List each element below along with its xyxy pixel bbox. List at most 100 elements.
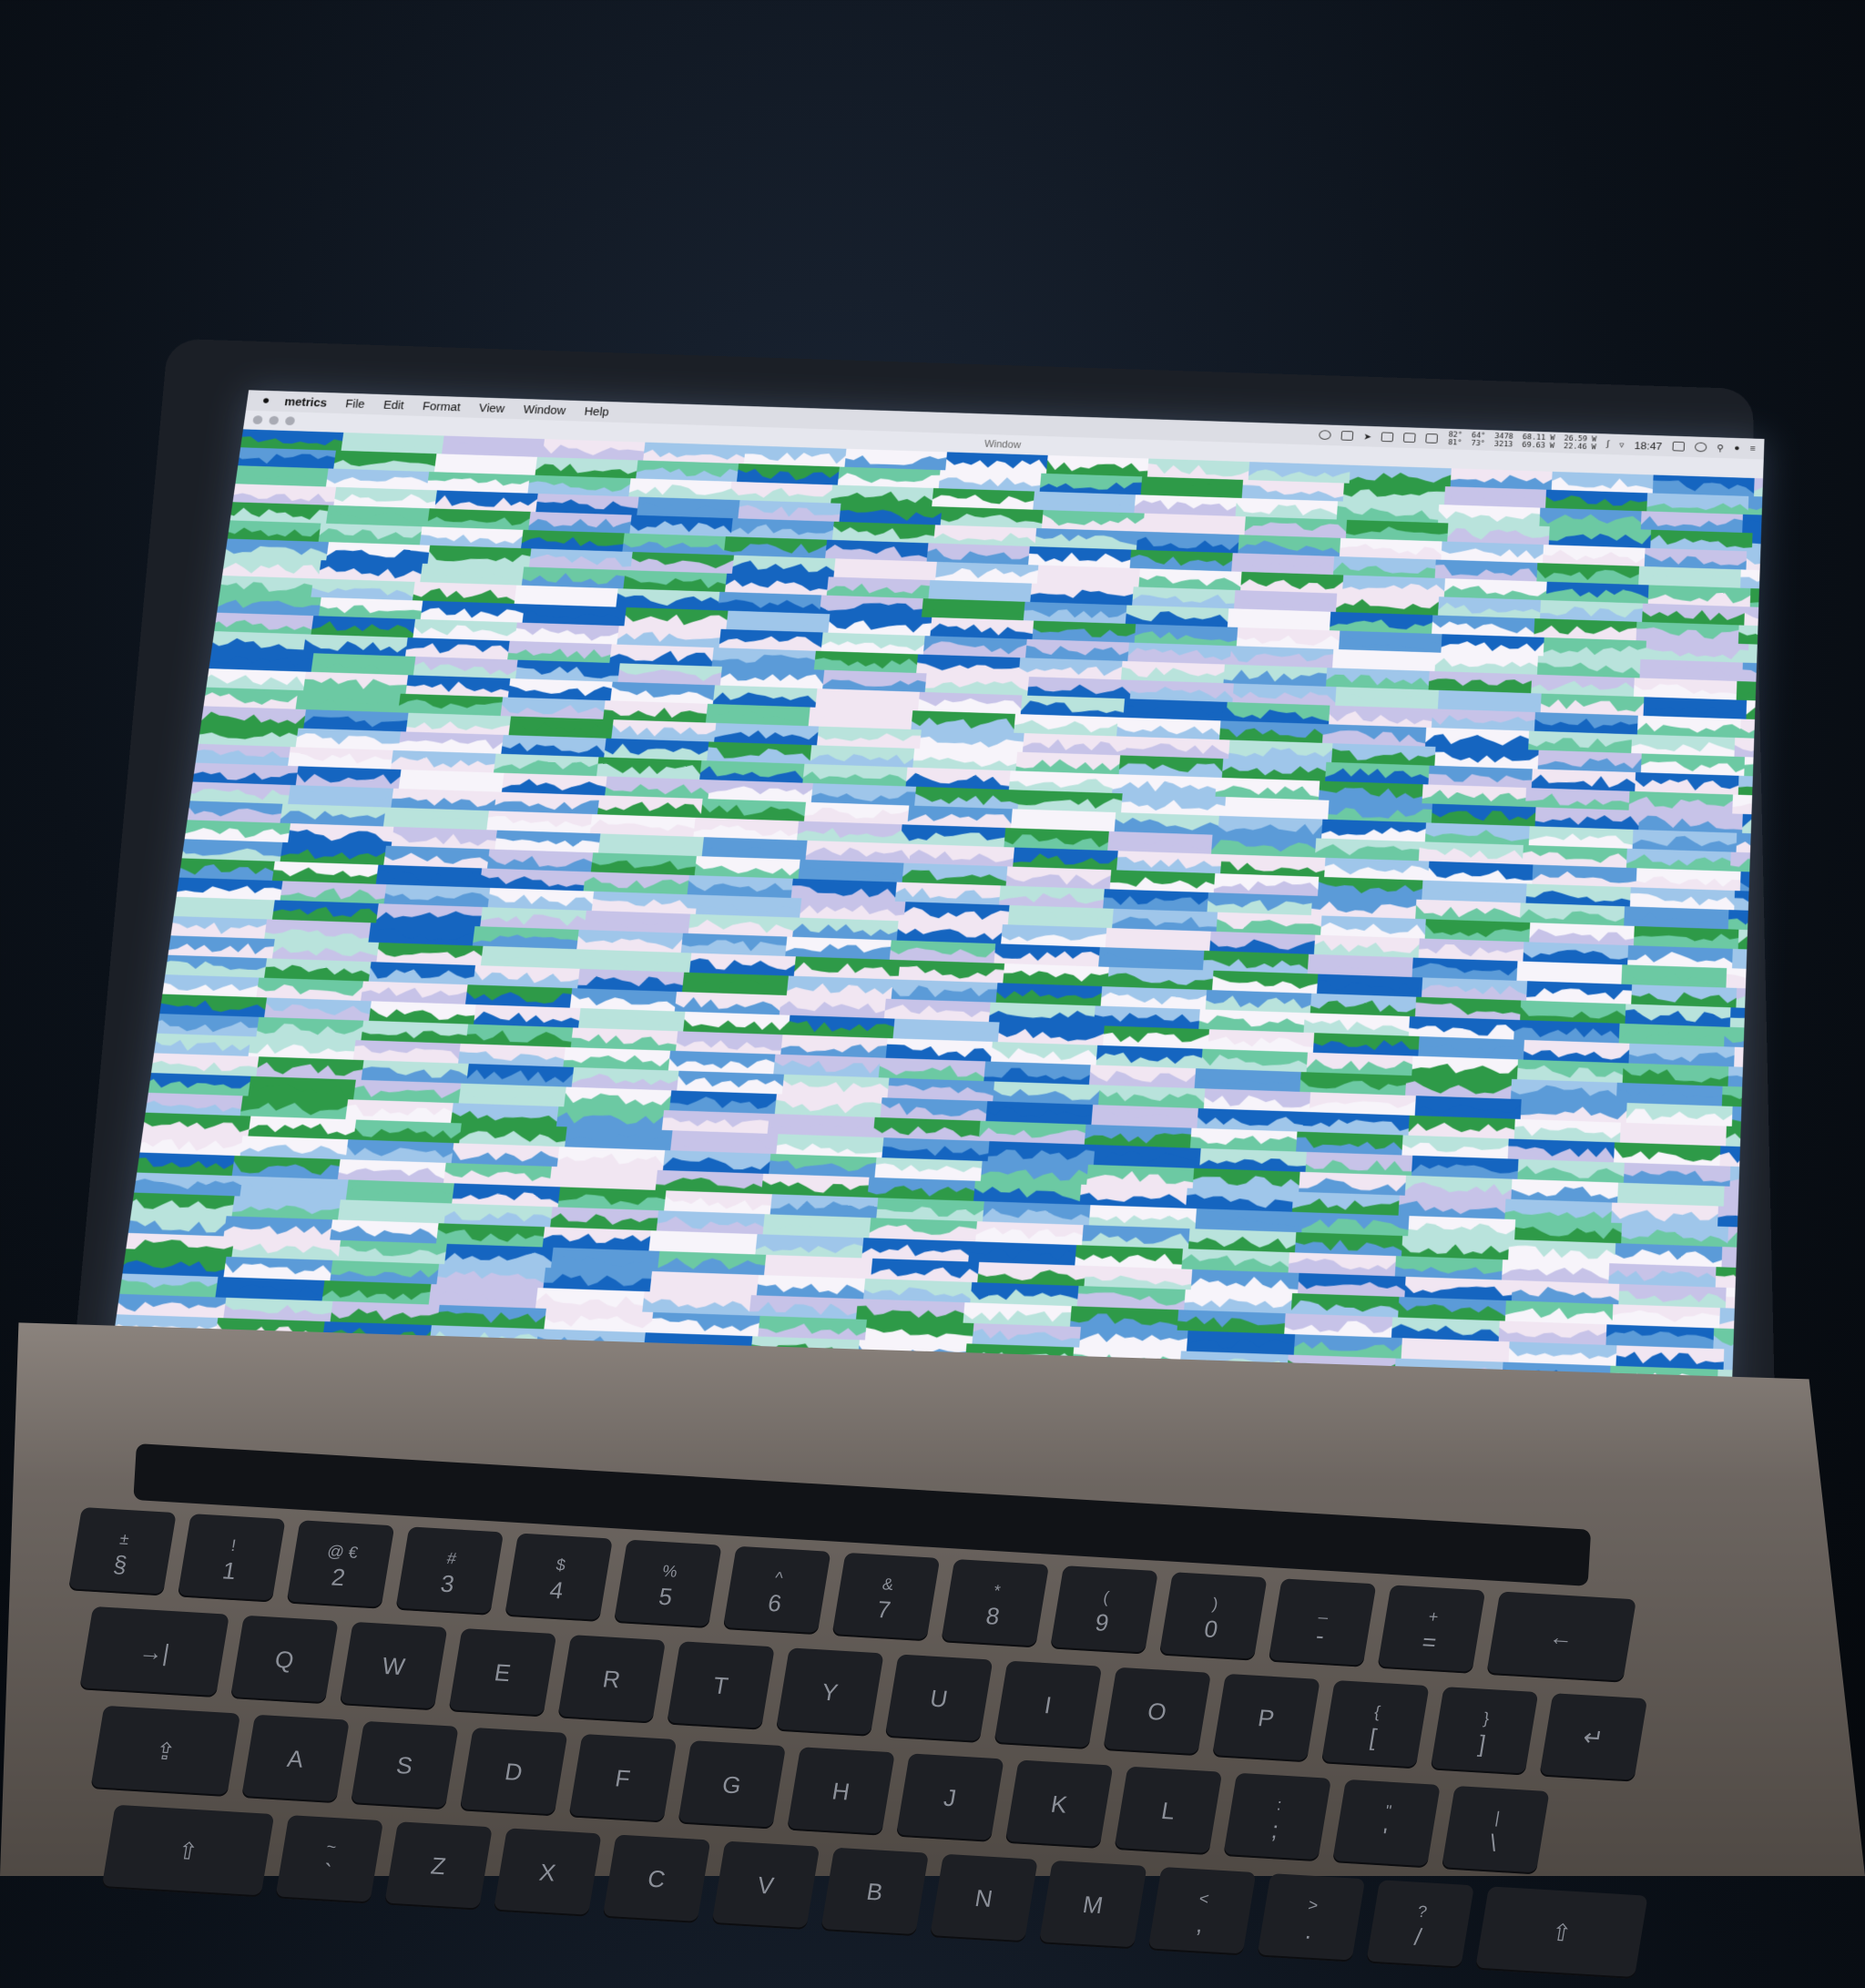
- keyboard-key[interactable]: G: [678, 1740, 786, 1829]
- apple-logo-icon[interactable]: ●: [259, 394, 274, 407]
- user-icon[interactable]: ●: [1734, 443, 1740, 454]
- keyboard-key[interactable]: Q: [230, 1616, 339, 1704]
- keyboard-key[interactable]: ⇧: [102, 1805, 275, 1898]
- network-graph-icon[interactable]: [1426, 433, 1439, 443]
- keyboard-key[interactable]: A: [241, 1715, 350, 1803]
- keyboard-key[interactable]: →|: [79, 1606, 229, 1697]
- zoom-button[interactable]: [285, 416, 296, 425]
- keyboard-key[interactable]: H: [787, 1747, 895, 1835]
- keyboard-key[interactable]: | \: [1442, 1786, 1550, 1874]
- battery-icon[interactable]: [1672, 442, 1685, 452]
- keyboard-key[interactable]: O: [1103, 1667, 1211, 1756]
- keyboard-key[interactable]: P: [1212, 1674, 1320, 1762]
- notification-center-icon[interactable]: ≡: [1750, 444, 1756, 454]
- menu-help[interactable]: Help: [584, 405, 610, 419]
- key-label: D: [503, 1759, 524, 1785]
- keyboard-key[interactable]: _ -: [1269, 1578, 1377, 1667]
- key-shift-label: ): [1210, 1591, 1220, 1616]
- keyboard-key[interactable]: K: [1005, 1759, 1114, 1848]
- keyboard-key[interactable]: {[: [1321, 1680, 1430, 1769]
- wifi-icon[interactable]: ▿: [1619, 439, 1625, 449]
- keyboard-key[interactable]: C: [603, 1834, 711, 1922]
- key-label: C: [646, 1866, 667, 1892]
- keyboard-key[interactable]: D: [460, 1728, 568, 1816]
- key-label: K: [1049, 1791, 1069, 1818]
- keyboard-key[interactable]: R: [557, 1635, 666, 1723]
- keyboard-key[interactable]: Y: [776, 1647, 884, 1736]
- menu-clock[interactable]: 18:47: [1634, 439, 1662, 452]
- key-label: ⇧: [1550, 1920, 1574, 1946]
- memory-graph-icon[interactable]: [1403, 433, 1416, 443]
- time-machine-icon[interactable]: [1695, 443, 1707, 453]
- keyboard-key[interactable]: % 5: [614, 1540, 722, 1628]
- keyboard-key[interactable]: >.: [1257, 1873, 1365, 1962]
- keyboard-key[interactable]: ↵: [1539, 1693, 1647, 1781]
- key-label: ↵: [1582, 1724, 1605, 1750]
- keyboard-key[interactable]: ? /: [1366, 1880, 1474, 1968]
- keyboard-key[interactable]: " ': [1332, 1779, 1441, 1868]
- keyboard-key[interactable]: Z: [384, 1821, 493, 1910]
- key-label: .: [1304, 1918, 1315, 1943]
- keyboard-key[interactable]: ) 0: [1159, 1572, 1268, 1660]
- keyboard-key[interactable]: W: [340, 1622, 448, 1710]
- keyboard-key[interactable]: ± §: [68, 1507, 177, 1595]
- keyboard-key[interactable]: X: [494, 1828, 602, 1916]
- menu-format[interactable]: Format: [422, 400, 461, 413]
- window-controls: [252, 415, 295, 425]
- keyboard-key[interactable]: + =: [1377, 1585, 1485, 1673]
- key-shift-label: }: [1482, 1706, 1492, 1731]
- keyboard-key[interactable]: (9: [1050, 1565, 1158, 1654]
- key-shift-label: <: [1197, 1886, 1211, 1912]
- keyboard-key[interactable]: L: [1114, 1767, 1222, 1855]
- keyboard-key[interactable]: S: [351, 1721, 459, 1810]
- key-label: I: [1043, 1692, 1054, 1718]
- sensor-readout[interactable]: 82° 64° 3478 68.11 W 26.59 W 81° 73° 321…: [1448, 431, 1597, 452]
- keyboard-key[interactable]: @ €2: [286, 1520, 394, 1608]
- keyboard-key[interactable]: N: [930, 1854, 1038, 1942]
- metrics-canvas: [111, 429, 1763, 1407]
- menu-file[interactable]: File: [345, 397, 366, 410]
- keyboard-key[interactable]: ~ `: [275, 1815, 383, 1903]
- keyboard-key[interactable]: <,: [1147, 1867, 1256, 1955]
- keyboard-key[interactable]: ←: [1486, 1592, 1636, 1683]
- keyboard-key[interactable]: & 7: [831, 1553, 940, 1641]
- key-shift-label: &: [881, 1571, 896, 1596]
- location-arrow-icon[interactable]: ➤: [1363, 431, 1371, 442]
- close-button[interactable]: [252, 415, 263, 424]
- menu-app-name[interactable]: metrics: [284, 395, 328, 409]
- spotlight-search-icon[interactable]: ⚲: [1717, 443, 1724, 454]
- keyboard-key[interactable]: ^ 6: [723, 1546, 831, 1635]
- keyboard-key[interactable]: B: [820, 1848, 929, 1936]
- keyboard-key[interactable]: ⇧: [1475, 1886, 1648, 1979]
- keyboard-key[interactable]: $4: [504, 1533, 613, 1621]
- keyboard-key[interactable]: }]: [1430, 1687, 1538, 1775]
- keyboard-key[interactable]: F: [568, 1734, 677, 1822]
- key-label: R: [601, 1666, 622, 1692]
- menu-view[interactable]: View: [478, 402, 505, 415]
- keyboard-key[interactable]: J: [896, 1753, 1004, 1841]
- keyboard-key[interactable]: * 8: [941, 1559, 1049, 1647]
- key-label: [: [1368, 1724, 1379, 1749]
- display-icon[interactable]: [1341, 431, 1354, 441]
- keyboard-key[interactable]: ⇪: [90, 1706, 240, 1797]
- keyboard-key[interactable]: E: [448, 1628, 556, 1717]
- menu-edit[interactable]: Edit: [382, 398, 404, 412]
- menu-window[interactable]: Window: [523, 403, 566, 416]
- keyboard-key[interactable]: V: [711, 1841, 820, 1930]
- keyboard-key[interactable]: I: [994, 1661, 1102, 1749]
- key-label: A: [286, 1746, 306, 1772]
- keyboard-key[interactable]: :;: [1223, 1773, 1331, 1861]
- bluetooth-icon[interactable]: ∫: [1606, 439, 1609, 448]
- key-label: P: [1256, 1705, 1276, 1731]
- keyboard-key[interactable]: T: [667, 1641, 775, 1729]
- key-shift-label: (: [1101, 1585, 1111, 1610]
- keyboard-key[interactable]: #3: [395, 1526, 504, 1615]
- record-icon[interactable]: [1319, 430, 1331, 440]
- key-label: 7: [875, 1596, 892, 1623]
- keyboard-key[interactable]: M: [1039, 1861, 1147, 1949]
- keyboard-key[interactable]: ! 1: [178, 1514, 286, 1602]
- key-shift-label: $: [555, 1552, 568, 1577]
- keyboard-key[interactable]: U: [885, 1654, 994, 1742]
- minimize-button[interactable]: [269, 416, 280, 425]
- cpu-graph-icon[interactable]: [1381, 432, 1394, 442]
